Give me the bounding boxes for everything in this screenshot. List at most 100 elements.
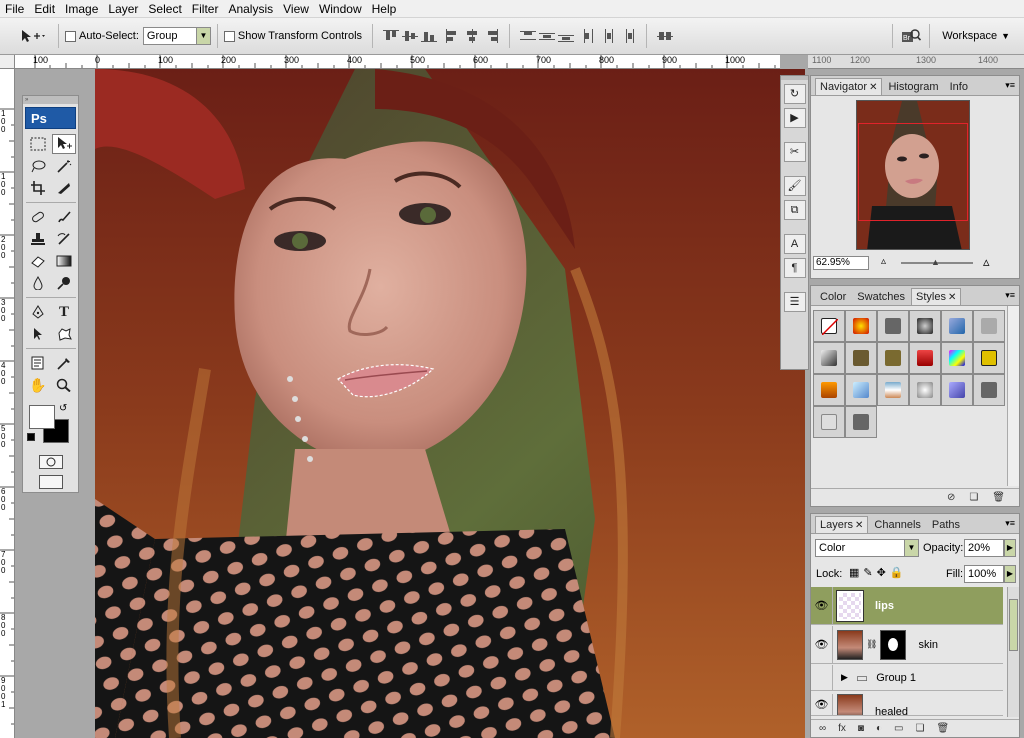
trash-icon[interactable]: 🗑 [992, 492, 1005, 503]
bridge-button[interactable]: Br [899, 25, 923, 47]
character-icon[interactable]: A [783, 234, 806, 254]
style-swatch[interactable] [813, 406, 845, 438]
expand-triangle-icon[interactable]: ▶ [841, 672, 848, 683]
style-swatch[interactable] [877, 374, 909, 406]
close-icon[interactable]: ✕ [948, 292, 956, 303]
navigator-thumbnail[interactable] [856, 100, 970, 250]
ps-logo[interactable]: Ps [25, 107, 76, 129]
default-colors-icon[interactable] [27, 433, 35, 441]
tab-styles[interactable]: Styles ✕ [911, 288, 962, 305]
screen-mode-button[interactable] [38, 475, 63, 489]
visibility-eye-icon[interactable]: 👁 [811, 587, 833, 624]
tab-layers[interactable]: Layers ✕ [815, 516, 869, 533]
style-swatch[interactable] [941, 374, 973, 406]
dodge-tool-icon[interactable] [52, 273, 76, 293]
distribute-top-icon[interactable] [520, 29, 537, 43]
menu-view[interactable]: View [278, 0, 314, 18]
new-layer-icon[interactable]: ❏ [915, 723, 924, 734]
notes-tool-icon[interactable] [26, 353, 50, 373]
pen-tool-icon[interactable] [26, 302, 50, 322]
zoom-out-icon[interactable]: ▵ [881, 256, 886, 267]
mask-link-icon[interactable]: ⛓ [866, 639, 877, 650]
close-icon[interactable]: ✕ [869, 82, 877, 93]
zoom-slider-knob[interactable]: ▲ [931, 257, 940, 267]
auto-select-checkbox[interactable] [65, 30, 76, 42]
distribute-vcenter-icon[interactable] [539, 29, 556, 43]
close-icon[interactable]: ✕ [855, 520, 863, 531]
style-swatch[interactable] [941, 310, 973, 342]
panel-menu-icon[interactable]: ▾≡ [1005, 80, 1015, 91]
zoom-field[interactable]: 62.95% [813, 256, 869, 270]
styles-scrollbar[interactable] [1007, 306, 1019, 486]
eyedropper-tool-icon[interactable] [52, 353, 76, 373]
menu-select[interactable]: Select [143, 0, 186, 18]
tab-info[interactable]: Info [945, 78, 973, 95]
swap-colors-icon[interactable]: ↺ [59, 403, 67, 414]
layer-row-skin[interactable]: 👁 ⛓ skin [811, 626, 1003, 664]
type-tool-icon[interactable]: T [52, 302, 76, 322]
tab-swatches[interactable]: Swatches [852, 288, 910, 305]
clone-source-icon[interactable]: ⧉ [783, 200, 806, 220]
lock-pixels-icon[interactable]: ✎ [863, 567, 876, 579]
move-tool-preset-picker[interactable] [10, 28, 52, 44]
layer-name[interactable]: Group 1 [876, 672, 916, 684]
brush-tool-icon[interactable] [52, 207, 76, 227]
style-swatch[interactable] [909, 310, 941, 342]
visibility-eye-icon[interactable]: 👁 [811, 626, 833, 663]
menu-filter[interactable]: Filter [187, 0, 224, 18]
tab-histogram[interactable]: Histogram [883, 78, 943, 95]
hand-tool-icon[interactable]: ✋ [26, 375, 50, 395]
menu-file[interactable]: File [0, 0, 29, 18]
style-swatch[interactable] [973, 342, 1005, 374]
zoom-in-icon[interactable]: ▵ [983, 254, 990, 270]
align-bottom-icon[interactable] [421, 29, 438, 43]
tool-presets-icon[interactable]: ✂ [783, 142, 806, 162]
move-tool-icon[interactable] [52, 134, 76, 154]
layer-name[interactable]: lips [875, 600, 894, 612]
layer-comps-icon[interactable]: ☰ [783, 292, 806, 312]
distribute-left-icon[interactable] [582, 29, 598, 43]
fill-arrow-icon[interactable]: ▶ [1004, 565, 1016, 583]
marquee-tool-icon[interactable] [26, 134, 50, 154]
adjustment-layer-icon[interactable]: ◐ [876, 723, 882, 734]
link-layers-icon[interactable]: ∞ [819, 723, 826, 734]
style-swatch[interactable] [941, 342, 973, 374]
layer-name[interactable]: healed [875, 706, 908, 715]
lock-all-icon[interactable]: 🔒 [890, 567, 908, 579]
visibility-toggle-empty[interactable] [811, 665, 833, 690]
fx-icon[interactable]: fx [838, 723, 846, 734]
layers-scrollbar-thumb[interactable] [1009, 599, 1018, 651]
align-top-icon[interactable] [383, 29, 400, 43]
healing-brush-tool-icon[interactable] [26, 207, 50, 227]
ruler-vertical[interactable]: 100 100 200 300 400 500 600 700 800 9001 [0, 69, 15, 738]
align-vcenter-icon[interactable] [402, 29, 419, 43]
ruler-origin[interactable] [0, 55, 15, 69]
visibility-eye-icon[interactable]: 👁 [811, 694, 833, 715]
add-mask-icon[interactable]: ◙ [858, 723, 864, 734]
slice-tool-icon[interactable] [52, 178, 76, 198]
style-swatch[interactable] [845, 406, 877, 438]
document-canvas[interactable] [95, 69, 805, 738]
actions-icon[interactable]: ▶ [783, 108, 806, 128]
navigator-view-box[interactable] [858, 123, 968, 221]
workspace-menu-button[interactable]: Workspace ▼ [942, 30, 1010, 42]
style-swatch[interactable] [877, 310, 909, 342]
layer-row-lips[interactable]: 👁 lips [811, 587, 1003, 625]
new-style-icon[interactable]: ❏ [969, 492, 978, 503]
style-swatch[interactable] [845, 374, 877, 406]
tools-panel-grip[interactable]: » [23, 96, 78, 104]
menu-analysis[interactable]: Analysis [223, 0, 278, 18]
style-swatch[interactable] [845, 310, 877, 342]
custom-shape-tool-icon[interactable] [52, 324, 76, 344]
style-swatch[interactable] [877, 342, 909, 374]
crop-tool-icon[interactable] [26, 178, 50, 198]
tab-paths[interactable]: Paths [927, 516, 965, 533]
lock-transparency-icon[interactable]: ▦ [849, 567, 863, 579]
distribute-bottom-icon[interactable] [558, 29, 575, 43]
quick-mask-button[interactable] [38, 455, 63, 469]
tab-channels[interactable]: Channels [869, 516, 925, 533]
blend-mode-select[interactable]: Color ▼ [815, 539, 919, 557]
distribute-hcenter-icon[interactable] [601, 29, 617, 43]
menu-help[interactable]: Help [367, 0, 402, 18]
auto-select-dropdown[interactable]: Group ▼ [142, 27, 211, 45]
